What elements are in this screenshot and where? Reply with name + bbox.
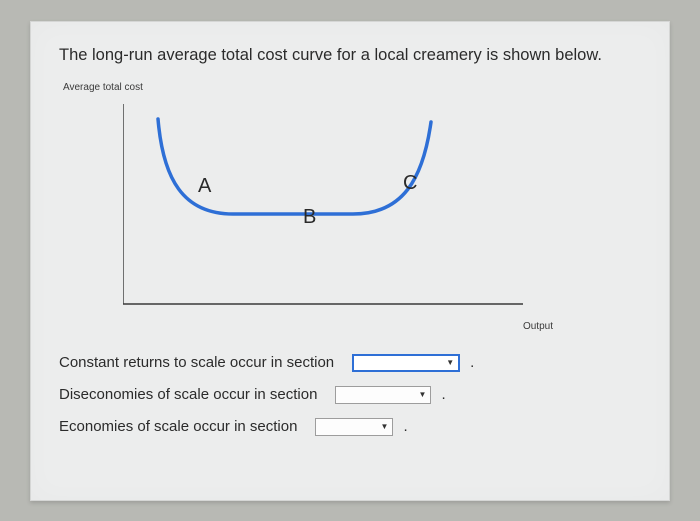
chevron-down-icon: ▼ — [419, 390, 427, 399]
chart-svg — [123, 104, 543, 324]
dropdown-diseconomies[interactable]: ▼ — [335, 386, 431, 404]
stem-constant: Constant returns to scale occur in secti… — [59, 354, 334, 371]
answer-row-economies: Economies of scale occur in section ▼ . — [59, 418, 641, 436]
question-card: The long-run average total cost curve fo… — [30, 21, 670, 501]
y-axis-label-text: Average total cost — [63, 82, 143, 93]
lratc-chart: Average total cost A B C Output — [63, 80, 623, 340]
period: . — [441, 386, 445, 403]
x-axis-label: Output — [523, 321, 553, 332]
answer-block: Constant returns to scale occur in secti… — [59, 354, 641, 436]
question-text: The long-run average total cost curve fo… — [59, 44, 641, 66]
answer-row-diseconomies: Diseconomies of scale occur in section ▼… — [59, 386, 641, 404]
chevron-down-icon: ▼ — [446, 358, 454, 367]
stem-diseconomies: Diseconomies of scale occur in section — [59, 386, 317, 403]
region-label-b: B — [303, 206, 316, 229]
answer-row-constant: Constant returns to scale occur in secti… — [59, 354, 641, 372]
period: . — [470, 354, 474, 371]
dropdown-constant[interactable]: ▼ — [352, 354, 460, 372]
y-axis-label: Average total cost — [63, 82, 143, 94]
chevron-down-icon: ▼ — [381, 422, 389, 431]
period: . — [403, 418, 407, 435]
dropdown-economies[interactable]: ▼ — [315, 418, 393, 436]
region-label-a: A — [198, 175, 211, 198]
stem-economies: Economies of scale occur in section — [59, 418, 297, 435]
region-label-c: C — [403, 172, 417, 195]
